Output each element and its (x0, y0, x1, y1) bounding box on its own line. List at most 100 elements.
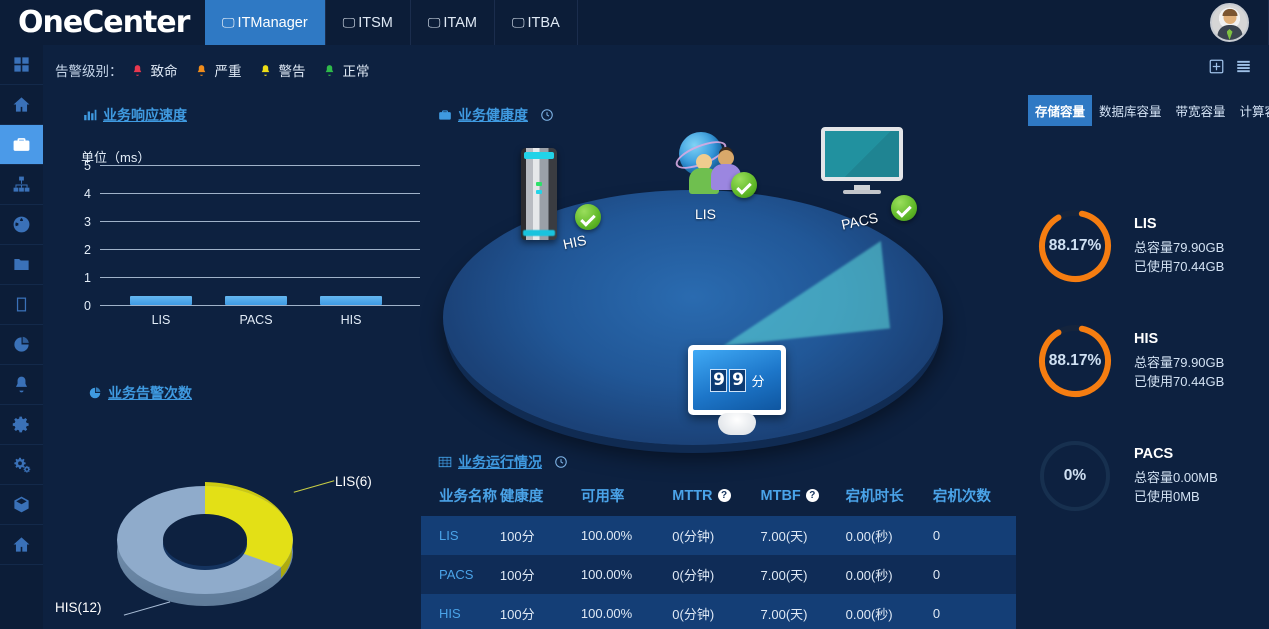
pie-chart-icon (14, 336, 29, 352)
alert-level-name: 严重 (214, 64, 242, 79)
cell-downcount: 0 (932, 528, 941, 543)
gridline (100, 249, 420, 250)
alert-level-warning[interactable]: 警告 (259, 60, 306, 80)
alert-level-name: 正常 (342, 64, 370, 79)
panel-title-text[interactable]: 业务运行情况 (458, 452, 542, 472)
tab-bandwidth-capacity[interactable]: 带宽容量 (1169, 95, 1233, 126)
capacity-used: 已使用0MB (1134, 488, 1200, 504)
table-row[interactable]: PACS 100分 100.00% 0(分钟) 7.00(天) 0.00(秒) … (421, 555, 1016, 594)
cell-downtime: 0.00(秒) (845, 607, 893, 622)
bell-icon (131, 63, 144, 78)
server-icon (521, 148, 557, 240)
sidebar-item-files[interactable] (0, 245, 43, 285)
cell-downtime: 0.00(秒) (845, 568, 893, 583)
capacity-item-pacs[interactable]: 0% PACS 总容量0.00MB 已使用0MB (1034, 435, 1218, 517)
clock-icon[interactable] (540, 108, 554, 122)
capacity-name: PACS (1134, 445, 1174, 462)
sidebar-item-home[interactable] (0, 85, 43, 125)
tab-label: ITBA (527, 14, 560, 31)
tab-itba[interactable]: 🖵 ITBA (495, 0, 578, 45)
y-tick: 5 (84, 159, 91, 173)
brand-name-b: Center (82, 5, 190, 40)
bar-pacs[interactable] (225, 296, 287, 305)
panel-title-health: 业务健康度 (438, 105, 554, 125)
sidebar-item-settings[interactable] (0, 405, 43, 445)
th-business-name: 业务名称 (421, 475, 500, 516)
sidebar-item-dashboard[interactable] (0, 45, 43, 85)
sidebar-item-business[interactable] (0, 125, 43, 165)
panel-title-text[interactable]: 业务响应速度 (103, 105, 187, 125)
monitor-icon: 🖵 (342, 14, 356, 30)
table-row[interactable]: LIS 100分 100.00% 0(分钟) 7.00(天) 0.00(秒) 0 (421, 516, 1016, 555)
sidebar-item-system[interactable] (0, 445, 43, 485)
monitor-screen (821, 127, 903, 181)
cell-health: 100分 (499, 568, 535, 583)
tab-database-capacity[interactable]: 数据库容量 (1092, 95, 1169, 126)
panel-title-runtime: 业务运行情况 (438, 452, 568, 472)
capacity-name: HIS (1134, 330, 1159, 347)
briefcase-icon (438, 108, 452, 122)
sitemap-icon (13, 176, 30, 192)
alert-level-critical[interactable]: 严重 (195, 60, 242, 80)
tab-itmanager[interactable]: 🖵 ITManager (205, 0, 326, 45)
square-icon (16, 297, 27, 312)
alert-level-normal[interactable]: 正常 (323, 60, 370, 80)
tab-itam[interactable]: 🖵 ITAM (411, 0, 495, 45)
add-box-icon[interactable] (1209, 59, 1224, 74)
briefcase-icon (13, 138, 30, 151)
panel-title-text[interactable]: 业务告警次数 (108, 383, 192, 403)
th-label: 可用率 (580, 489, 625, 505)
brand-logo[interactable]: One Center (0, 0, 205, 45)
bar-lis[interactable] (130, 296, 192, 305)
cell-availability: 100.00% (580, 606, 633, 621)
cell-mtbf: 7.00(天) (760, 529, 808, 544)
gridline (100, 193, 420, 194)
help-icon[interactable]: ? (717, 489, 731, 503)
gridline (100, 221, 420, 222)
main-content: 告警级别： 致命 严重 警告 正常 业务响应速度 单位（ms） 5 4 3 2 … (43, 45, 1269, 629)
sidebar-item-home-2[interactable] (0, 525, 43, 565)
panel-title-text[interactable]: 业务健康度 (458, 105, 528, 125)
th-mttr: MTTR? (672, 475, 760, 516)
bar-his[interactable] (320, 296, 382, 305)
panel-title-alarm-count: 业务告警次数 (88, 383, 192, 403)
cell-mtbf: 7.00(天) (760, 568, 808, 583)
tab-compute-capacity[interactable]: 计算容量 (1233, 95, 1269, 126)
capacity-total: 总容量0.00MB (1134, 469, 1218, 485)
overall-score-monitor[interactable]: 9 9 分 (688, 345, 786, 435)
ring-percent-label: 0% (1063, 467, 1087, 484)
sidebar-item-assets[interactable] (0, 485, 43, 525)
y-tick: 4 (84, 187, 91, 201)
status-ok-icon (575, 204, 601, 230)
capacity-item-his[interactable]: 88.17% HIS 总容量79.90GB 已使用70.44GB (1034, 320, 1224, 402)
globe-icon (13, 216, 30, 233)
capacity-tabs: 存储容量 数据库容量 带宽容量 计算容量 (1028, 95, 1269, 126)
tab-label: ITSM (358, 14, 393, 31)
capacity-used: 已使用70.44GB (1134, 373, 1225, 389)
table-row[interactable]: HIS 100分 100.00% 0(分钟) 7.00(天) 0.00(秒) 0 (421, 594, 1016, 629)
gridline (100, 277, 420, 278)
tab-itsm[interactable]: 🖵 ITSM (326, 0, 411, 45)
th-label: 健康度 (499, 489, 544, 505)
monitor-icon: 🖵 (427, 14, 441, 30)
help-icon[interactable]: ? (805, 489, 819, 503)
th-health: 健康度 (500, 475, 581, 516)
capacity-item-lis[interactable]: 88.17% LIS 总容量79.90GB 已使用70.44GB (1034, 205, 1224, 287)
alert-level-label: 告警级别： (55, 64, 123, 79)
sidebar-item-reports[interactable] (0, 325, 43, 365)
stage-beam (713, 240, 891, 346)
sidebar-item-panel[interactable] (0, 285, 43, 325)
alert-level-fatal[interactable]: 致命 (131, 60, 178, 80)
sidebar-item-network[interactable] (0, 205, 43, 245)
list-icon[interactable] (1236, 59, 1251, 74)
capacity-text-pacs: PACS 总容量0.00MB 已使用0MB (1134, 446, 1218, 507)
tab-label: 带宽容量 (1175, 105, 1226, 119)
sidebar-item-alerts[interactable] (0, 365, 43, 405)
clock-icon[interactable] (554, 455, 568, 469)
x-tick: PACS (239, 313, 273, 327)
tab-storage-capacity[interactable]: 存储容量 (1028, 95, 1093, 126)
sidebar-item-topology[interactable] (0, 165, 43, 205)
avatar[interactable] (1210, 3, 1249, 42)
y-tick: 0 (84, 299, 91, 313)
cell-downtime: 0.00(秒) (845, 529, 893, 544)
